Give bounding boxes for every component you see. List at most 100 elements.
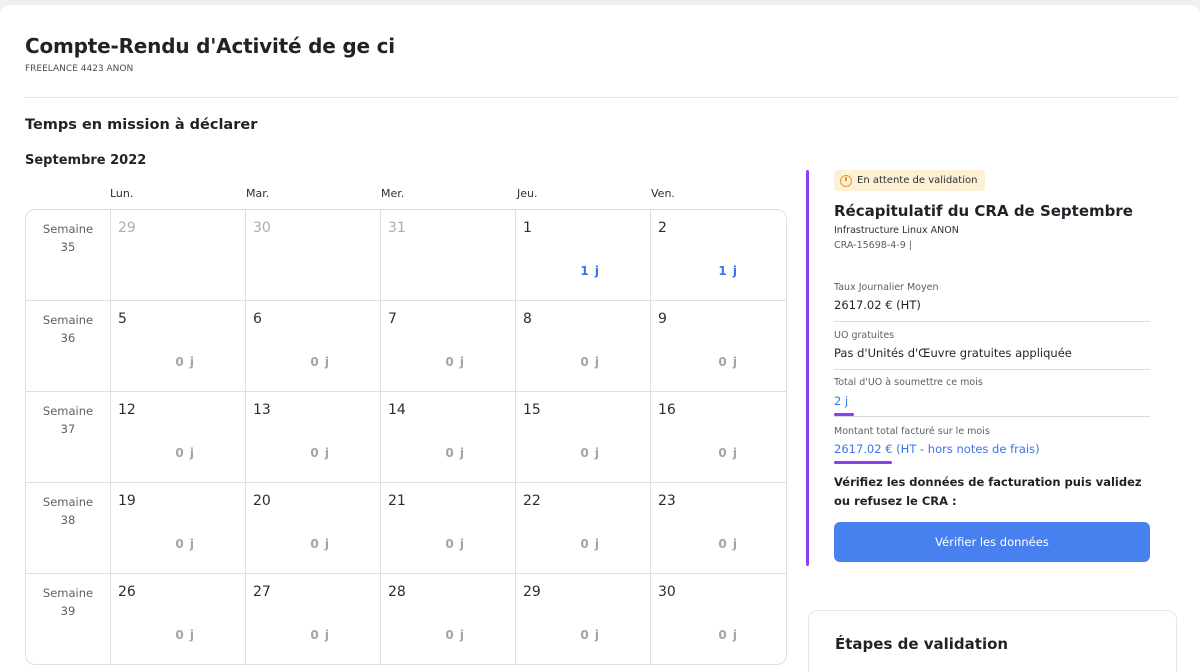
day-cell[interactable]: 15 0 j (516, 392, 651, 482)
day-header-thu: Jeu. (517, 187, 538, 200)
day-cell[interactable]: 21 0 j (381, 483, 516, 573)
calendar-grid: Semaine 35 29 30 31 1 1 j 2 1 j Semaine 36 5 0 j 6 0… (25, 209, 787, 665)
day-number: 1 (523, 220, 532, 236)
status-text: En attente de validation (857, 175, 978, 186)
page-subtitle: FREELANCE 4423 ANON (25, 64, 134, 74)
day-cell[interactable]: 30 0 j (651, 574, 786, 664)
day-worked-value: 0 j (580, 628, 600, 642)
day-worked-value: 0 j (175, 446, 195, 460)
verify-instructions: Vérifiez les données de facturation puis… (834, 475, 1142, 508)
day-number: 27 (253, 584, 271, 600)
clock-icon (840, 174, 852, 187)
week-row: Semaine 39 26 0 j 27 0 j 28 0 j 29 0 j 30 0 j (26, 574, 786, 664)
day-cell[interactable]: 6 0 j (246, 301, 381, 391)
day-number: 19 (118, 493, 136, 509)
day-header-tue: Mar. (246, 187, 270, 200)
day-number: 20 (253, 493, 271, 509)
uo-divider (834, 369, 1150, 370)
day-cell[interactable]: 2 1 j (651, 210, 786, 300)
day-cell[interactable]: 29 0 j (516, 574, 651, 664)
recap-accent-bar (806, 170, 809, 566)
day-number: 9 (658, 311, 667, 327)
month-title: Septembre 2022 (25, 153, 147, 168)
day-cell[interactable]: 1 1 j (516, 210, 651, 300)
week-row: Semaine 37 12 0 j 13 0 j 14 0 j 15 0 j 16 0 j (26, 392, 786, 483)
day-cell[interactable]: 31 (381, 210, 516, 300)
uo-label: UO gratuites (834, 330, 895, 341)
tjm-label: Taux Journalier Moyen (834, 282, 939, 293)
day-cell[interactable]: 7 0 j (381, 301, 516, 391)
day-cell[interactable]: 14 0 j (381, 392, 516, 482)
day-cell[interactable]: 5 0 j (111, 301, 246, 391)
validation-steps-title: Étapes de validation (835, 635, 1009, 653)
week-label: Semaine 37 (26, 392, 111, 482)
day-worked-value: 0 j (718, 355, 738, 369)
day-number: 23 (658, 493, 676, 509)
week-row: Semaine 36 5 0 j 6 0 j 7 0 j 8 0 j 9 0 j (26, 301, 786, 392)
day-cell[interactable]: 27 0 j (246, 574, 381, 664)
section-title: Temps en mission à déclarer (25, 117, 258, 133)
week-label: Semaine 38 (26, 483, 111, 573)
day-number: 16 (658, 402, 676, 418)
day-cell[interactable]: 9 0 j (651, 301, 786, 391)
day-worked-value: 0 j (445, 355, 465, 369)
day-cell[interactable]: 29 (111, 210, 246, 300)
day-cell[interactable]: 8 0 j (516, 301, 651, 391)
day-number: 14 (388, 402, 406, 418)
day-worked-value: 0 j (580, 446, 600, 460)
day-cell[interactable]: 26 0 j (111, 574, 246, 664)
day-cell[interactable]: 22 0 j (516, 483, 651, 573)
day-cell[interactable]: 13 0 j (246, 392, 381, 482)
day-worked-value: 0 j (175, 355, 195, 369)
day-worked-value: 0 j (175, 537, 195, 551)
day-number: 8 (523, 311, 532, 327)
week-row: Semaine 38 19 0 j 20 0 j 21 0 j 22 0 j 23 0 j (26, 483, 786, 574)
day-cell[interactable]: 16 0 j (651, 392, 786, 482)
day-cell[interactable]: 30 (246, 210, 381, 300)
week-label: Semaine 36 (26, 301, 111, 391)
page-title: Compte-Rendu d'Activité de ge ci (25, 34, 395, 58)
day-header-fri: Ven. (651, 187, 675, 200)
total-uo-divider (834, 416, 1150, 417)
recap-title: Récapitulatif du CRA de Septembre (834, 202, 1133, 220)
day-number: 30 (658, 584, 676, 600)
recap-reference: CRA-15698-4-9 | (834, 240, 912, 251)
day-number: 12 (118, 402, 136, 418)
tjm-value: 2617.02 € (HT) (834, 298, 921, 312)
total-uo-highlight (834, 413, 854, 416)
day-header-mon: Lun. (110, 187, 134, 200)
day-cell[interactable]: 19 0 j (111, 483, 246, 573)
day-worked-value: 0 j (445, 628, 465, 642)
verify-data-button[interactable]: Vérifier les données (834, 522, 1150, 562)
day-number: 15 (523, 402, 541, 418)
day-cell[interactable]: 28 0 j (381, 574, 516, 664)
day-worked-value: 0 j (580, 355, 600, 369)
amount-highlight (834, 461, 892, 464)
day-cell[interactable]: 20 0 j (246, 483, 381, 573)
total-uo-value[interactable]: 2 j (834, 394, 848, 408)
day-number: 7 (388, 311, 397, 327)
amount-label: Montant total facturé sur le mois (834, 426, 990, 437)
day-number: 21 (388, 493, 406, 509)
validation-steps-card: Étapes de validation (808, 610, 1177, 672)
amount-value[interactable]: 2617.02 € (HT - hors notes de frais) (834, 442, 1040, 456)
week-row: Semaine 35 29 30 31 1 1 j 2 1 j (26, 210, 786, 301)
day-worked-value: 0 j (718, 446, 738, 460)
day-worked-value: 0 j (580, 537, 600, 551)
day-number: 22 (523, 493, 541, 509)
day-number: 29 (523, 584, 541, 600)
uo-value: Pas d'Unités d'Œuvre gratuites appliquée (834, 346, 1072, 360)
day-number: 30 (253, 220, 271, 236)
day-worked-value: 0 j (310, 355, 330, 369)
day-cell[interactable]: 12 0 j (111, 392, 246, 482)
status-badge: En attente de validation (834, 170, 986, 191)
day-worked-value: 0 j (310, 537, 330, 551)
day-worked-value: 1 j (718, 264, 738, 278)
day-number: 2 (658, 220, 667, 236)
total-uo-label: Total d'UO à soumettre ce mois (834, 377, 983, 388)
day-cell[interactable]: 23 0 j (651, 483, 786, 573)
day-number: 31 (388, 220, 406, 236)
day-number: 29 (118, 220, 136, 236)
day-worked-value: 0 j (718, 628, 738, 642)
week-label: Semaine 39 (26, 574, 111, 664)
